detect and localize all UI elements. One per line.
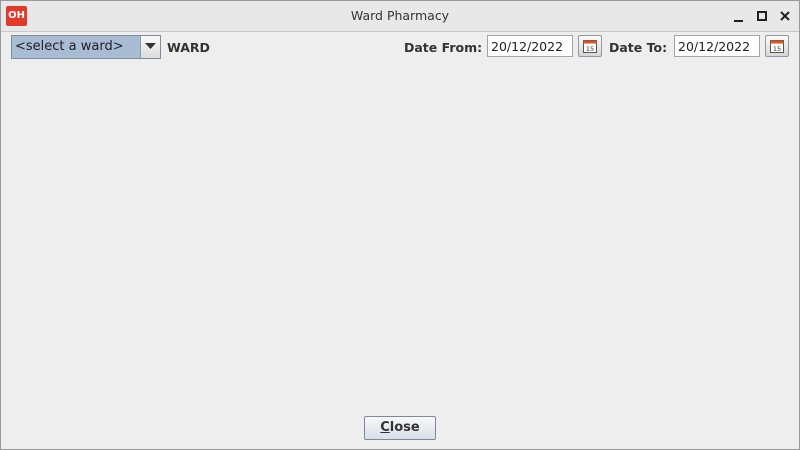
calendar-icon: 15	[770, 40, 784, 53]
maximize-icon[interactable]	[752, 6, 772, 26]
date-to-calendar-button[interactable]: 15	[765, 35, 789, 57]
date-to-field[interactable]	[674, 35, 760, 57]
close-button-mnemonic: C	[380, 420, 390, 435]
close-icon[interactable]	[775, 6, 795, 26]
date-to-label: Date To:	[609, 40, 668, 55]
ward-select[interactable]: <select a ward>	[11, 35, 161, 59]
minimize-icon[interactable]	[729, 6, 749, 26]
svg-text:15: 15	[586, 45, 594, 53]
close-button[interactable]: Close	[364, 416, 436, 440]
date-from-label: Date From:	[404, 40, 483, 55]
window-title: Ward Pharmacy	[350, 8, 450, 23]
close-button-label: lose	[389, 420, 420, 435]
chevron-down-icon	[145, 43, 156, 49]
ward-pharmacy-window: OH Ward Pharmacy <select a ward> WARD Da…	[0, 0, 800, 450]
ward-select-dropdown-button[interactable]	[140, 36, 160, 58]
ward-select-value: <select a ward>	[15, 39, 124, 54]
date-from-field[interactable]	[487, 35, 573, 57]
ward-label: WARD	[167, 40, 210, 55]
main-panel: <select a ward> WARD Date From: 15 Date …	[2, 32, 798, 448]
date-from-calendar-button[interactable]: 15	[578, 35, 602, 57]
svg-text:15: 15	[773, 45, 781, 53]
title-bar[interactable]: OH Ward Pharmacy	[1, 1, 799, 32]
calendar-icon: 15	[583, 40, 597, 53]
